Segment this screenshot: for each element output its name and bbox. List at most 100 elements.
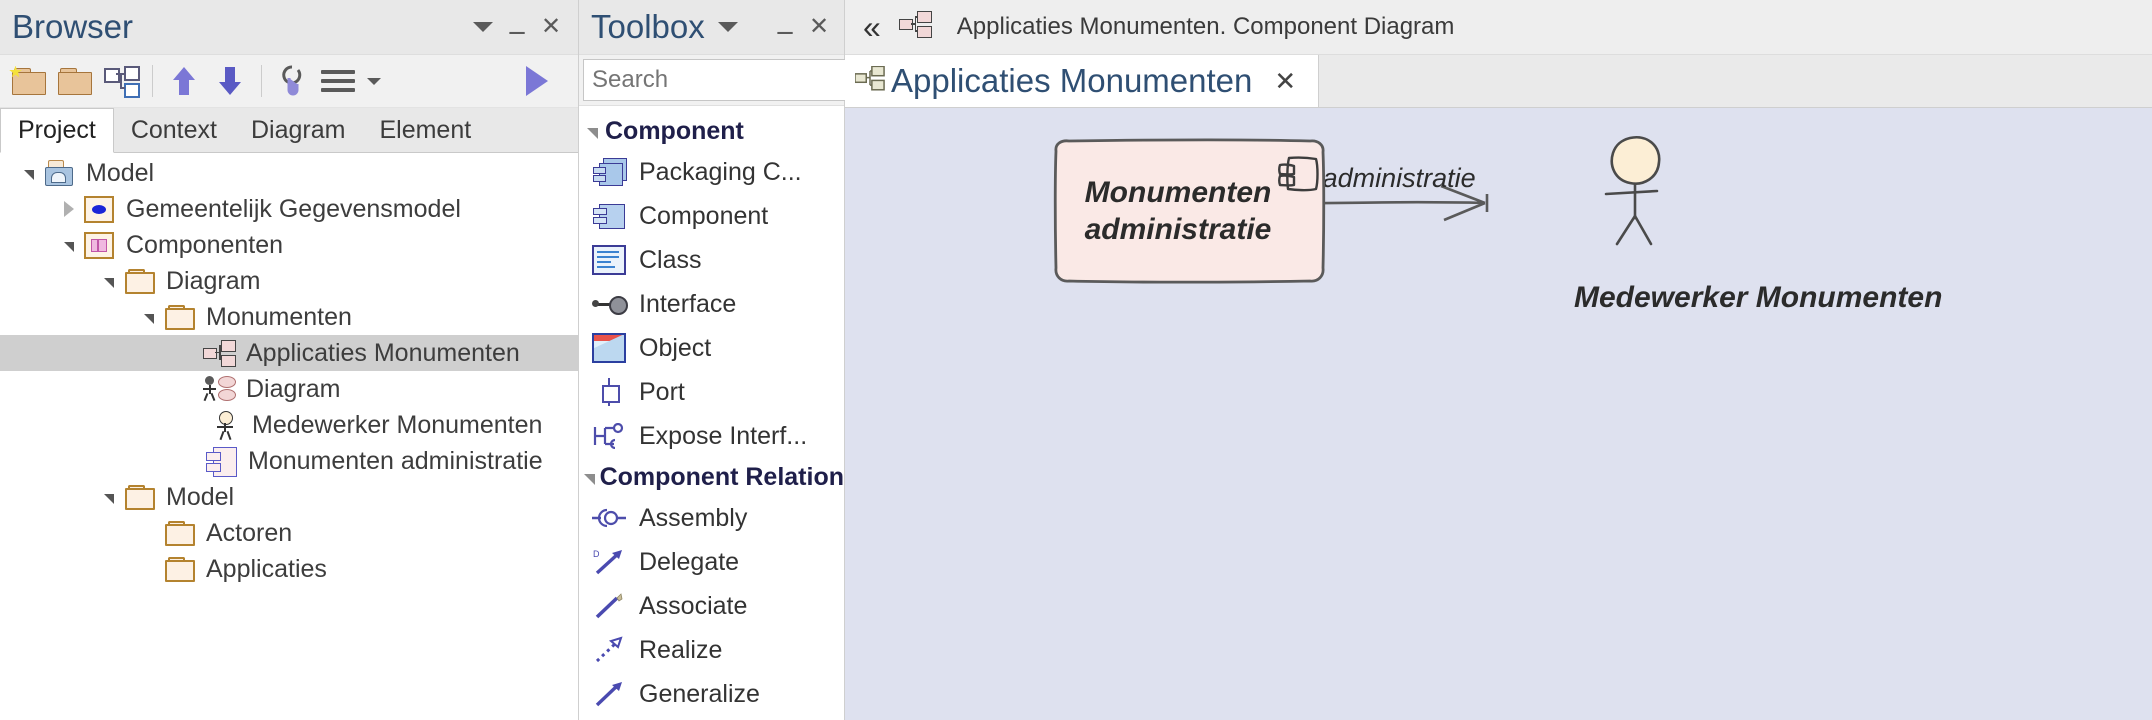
item-label: Component [639, 202, 768, 231]
object-icon [579, 333, 639, 363]
tree-item-label: Applicaties Monumenten [238, 339, 520, 368]
associate-icon [579, 592, 639, 620]
tree-item-applicaties-monumenten[interactable]: Applicaties Monumenten [0, 335, 578, 371]
toolbox-search-row [579, 55, 844, 106]
tree-item-label: Actoren [198, 519, 292, 548]
run-icon[interactable] [514, 59, 560, 103]
tree-item-label: Monumenten [198, 303, 352, 332]
delegate-icon: D [579, 548, 639, 576]
browser-toolbar [0, 55, 578, 108]
toolbox-item-expose-interface[interactable]: Expose Interf... [579, 414, 844, 458]
model-view-icon[interactable] [98, 59, 144, 103]
tab-diagram[interactable]: Diagram [234, 109, 362, 152]
toolbox-group-component[interactable]: Component [579, 112, 844, 150]
menu-dropdown-icon[interactable] [360, 59, 382, 103]
toolbar-separator-1 [152, 65, 153, 97]
close-icon[interactable]: ✕ [1266, 66, 1304, 97]
toolbox-panel: Toolbox ⚊ ✕ Component [579, 0, 845, 720]
item-label: Realize [639, 636, 722, 665]
component-diagram-icon [899, 11, 931, 43]
breadcrumb: « Applicaties Monumenten. Component Diag… [845, 0, 2152, 55]
tree-item-medewerker-monumenten[interactable]: Medewerker Monumenten [0, 407, 578, 443]
tree-item-applicaties[interactable]: Applicaties [0, 551, 578, 587]
view-icon [80, 196, 118, 223]
group-label: Component Relation [600, 463, 844, 492]
group-twisty-icon[interactable] [579, 126, 605, 137]
twisty-open-icon[interactable] [58, 240, 80, 250]
browser-tabs: Project Context Diagram Element [0, 108, 578, 153]
toolbox-title: Toolbox [579, 8, 705, 46]
toolbox-titlebar: Toolbox ⚊ ✕ [579, 0, 844, 55]
browser-close-icon[interactable]: ✕ [534, 10, 568, 44]
tree-item-gemeentelijk-gegevensmodel[interactable]: Gemeentelijk Gegevensmodel [0, 191, 578, 227]
item-label: Object [639, 334, 711, 363]
move-down-icon[interactable] [207, 59, 253, 103]
toolbox-close-icon[interactable]: ✕ [802, 10, 836, 44]
menu-icon[interactable] [316, 59, 360, 103]
class-icon [579, 245, 639, 275]
twisty-closed-icon[interactable] [58, 201, 80, 217]
diagram-tab[interactable]: Applicaties Monumenten ✕ [845, 55, 1319, 107]
assembly-icon [579, 507, 639, 529]
tree-item-label: Model [158, 483, 234, 512]
port-icon [579, 378, 639, 406]
toolbox-item-realize[interactable]: Realize [579, 628, 844, 672]
select-icon[interactable] [270, 59, 316, 103]
move-up-icon[interactable] [161, 59, 207, 103]
tree-item-model[interactable]: Model [0, 155, 578, 191]
tree-item-model-folder[interactable]: Model [0, 479, 578, 515]
folder-icon [160, 305, 198, 330]
group-twisty-icon[interactable] [579, 472, 600, 483]
tree-item-diagram-usecase[interactable]: Diagram [0, 371, 578, 407]
diagram-canvas[interactable]: Bijhouden administratie Monumentenadmini… [845, 108, 2152, 720]
tree-item-monumenten-administratie[interactable]: Monumenten administratie [0, 443, 578, 479]
twisty-open-icon[interactable] [98, 492, 120, 502]
toolbox-group-component-relation[interactable]: Component Relation [579, 458, 844, 496]
tree-item-monumenten-folder[interactable]: Monumenten [0, 299, 578, 335]
item-label: Delegate [639, 548, 739, 577]
toolbox-item-delegate[interactable]: D Delegate [579, 540, 844, 584]
tree-item-diagram-folder[interactable]: Diagram [0, 263, 578, 299]
collapse-icon[interactable]: « [845, 11, 899, 43]
toolbox-item-interface[interactable]: Interface [579, 282, 844, 326]
actor-shape[interactable] [845, 108, 2152, 720]
tab-project[interactable]: Project [0, 108, 114, 153]
item-label: Generalize [639, 680, 760, 709]
toolbox-item-object[interactable]: Object [579, 326, 844, 370]
browser-dropdown-icon[interactable] [466, 10, 500, 44]
actor-icon [206, 411, 244, 439]
browser-titlebar: Browser ⚊ ✕ [0, 0, 578, 55]
item-label: Assembly [639, 504, 747, 533]
tree-item-label: Diagram [158, 267, 260, 296]
tab-context[interactable]: Context [114, 109, 234, 152]
toolbox-item-component[interactable]: Component [579, 194, 844, 238]
tree-item-actoren[interactable]: Actoren [0, 515, 578, 551]
new-package-icon[interactable] [6, 59, 52, 103]
open-package-icon[interactable] [52, 59, 98, 103]
item-label: Interface [639, 290, 736, 319]
diagram-tabstrip: Applicaties Monumenten ✕ [845, 55, 2152, 108]
component-icon [202, 447, 240, 475]
toolbox-pin-icon[interactable]: ⚊ [768, 10, 802, 44]
twisty-open-icon[interactable] [18, 168, 40, 178]
toolbox-item-assembly[interactable]: Assembly [579, 496, 844, 540]
twisty-open-icon[interactable] [138, 312, 160, 322]
tree-item-label: Gemeentelijk Gegevensmodel [118, 195, 461, 224]
generalize-icon [579, 680, 639, 708]
group-label: Component [605, 117, 744, 146]
browser-title: Browser [0, 8, 133, 46]
tab-element[interactable]: Element [362, 109, 488, 152]
browser-panel: Browser ⚊ ✕ [0, 0, 579, 720]
toolbox-item-class[interactable]: Class [579, 238, 844, 282]
diagram-tab-label: Applicaties Monumenten [885, 62, 1266, 100]
browser-pin-icon[interactable]: ⚊ [500, 10, 534, 44]
tree-item-componenten[interactable]: Componenten [0, 227, 578, 263]
toolbox-item-associate[interactable]: Associate [579, 584, 844, 628]
toolbox-item-generalize[interactable]: Generalize [579, 672, 844, 716]
toolbox-item-packaging-component[interactable]: Packaging C... [579, 150, 844, 194]
packaging-component-icon [579, 158, 639, 186]
toolbox-dropdown-icon[interactable] [711, 10, 745, 44]
toolbox-item-port[interactable]: Port [579, 370, 844, 414]
item-label: Associate [639, 592, 747, 621]
twisty-open-icon[interactable] [98, 276, 120, 286]
